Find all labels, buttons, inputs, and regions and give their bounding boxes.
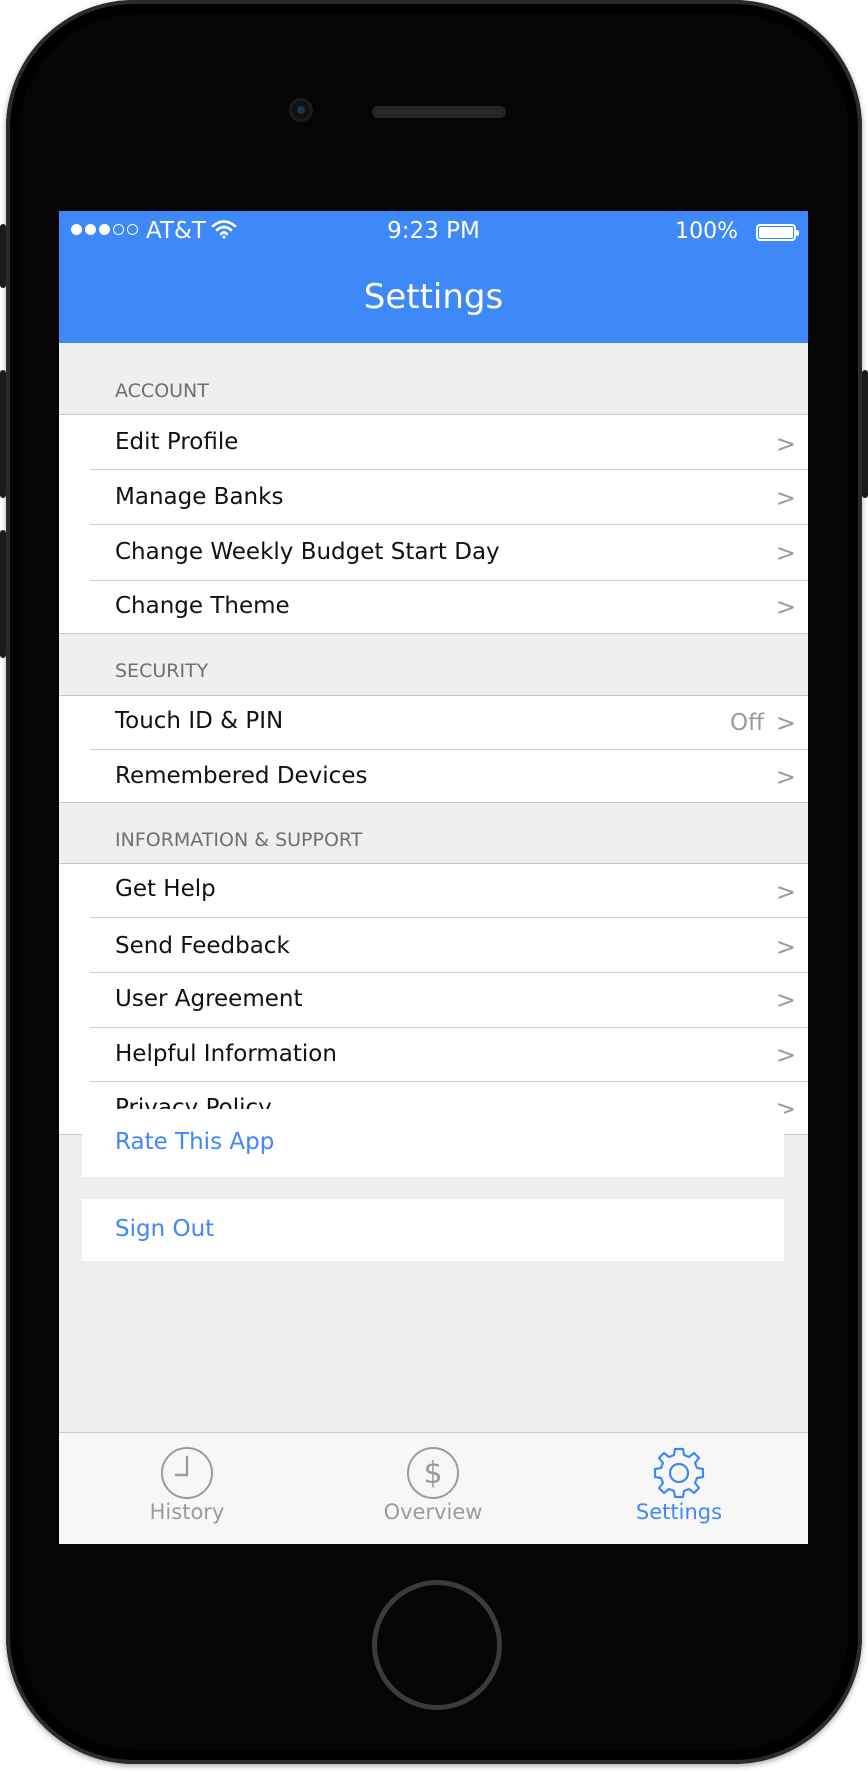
navigation-bar: AT&T 9:23 PM 100% Settings: [59, 211, 808, 343]
tab-label: Settings: [635, 1500, 723, 1524]
app-screen: AT&T 9:23 PM 100% Settings ACCOUNT Edit …: [59, 211, 808, 1544]
row-label: Manage Banks: [115, 484, 284, 510]
svg-text:$: $: [423, 1456, 442, 1491]
settings-row-user-agreement[interactable]: User Agreement >: [59, 972, 808, 1027]
page-title: Settings: [363, 277, 504, 317]
row-label: Send Feedback: [115, 933, 290, 959]
tab-label: Overview: [383, 1500, 483, 1524]
earpiece-speaker: [372, 106, 506, 118]
volume-down-button: [0, 530, 6, 658]
chevron-right-icon: >: [775, 430, 796, 458]
chevron-right-icon: >: [775, 593, 796, 621]
home-button[interactable]: [372, 1580, 502, 1710]
status-bar: AT&T 9:23 PM 100%: [59, 211, 808, 251]
dollar-icon: $: [407, 1447, 459, 1499]
chevron-right-icon: >: [775, 539, 796, 567]
row-label: Change Theme: [115, 593, 290, 619]
tab-overview[interactable]: $ Overview: [333, 1433, 533, 1544]
row-label: Remembered Devices: [115, 763, 368, 789]
row-label: User Agreement: [115, 986, 303, 1012]
security-group: Touch ID & PIN Off > Remembered Devices …: [59, 695, 808, 803]
chevron-right-icon: >: [775, 986, 796, 1014]
settings-row-manage-banks[interactable]: Manage Banks >: [59, 469, 808, 524]
tab-settings[interactable]: Settings: [579, 1433, 779, 1544]
row-label: Change Weekly Budget Start Day: [115, 539, 500, 565]
section-header-account: ACCOUNT: [115, 380, 209, 402]
rate-app-label: Rate This App: [115, 1129, 275, 1155]
power-button: [862, 370, 868, 498]
front-camera: [289, 98, 313, 122]
touch-id-status-value: Off: [730, 710, 764, 736]
settings-row-weekly-budget-start-day[interactable]: Change Weekly Budget Start Day >: [59, 524, 808, 580]
row-label: Helpful Information: [115, 1041, 337, 1067]
chevron-right-icon: >: [775, 878, 796, 906]
settings-row-edit-profile[interactable]: Edit Profile >: [59, 415, 808, 469]
chevron-right-icon: >: [775, 763, 796, 791]
information-support-group: Get Help > Send Feedback > User Agreemen…: [59, 863, 808, 1135]
account-group: Edit Profile > Manage Banks > Change Wee…: [59, 414, 808, 634]
settings-row-get-help[interactable]: Get Help >: [59, 864, 808, 917]
battery-icon: [756, 224, 799, 241]
settings-row-remembered-devices[interactable]: Remembered Devices >: [59, 749, 808, 802]
settings-row-send-feedback[interactable]: Send Feedback >: [59, 917, 808, 972]
row-label: Touch ID & PIN: [115, 708, 284, 734]
settings-row-change-theme[interactable]: Change Theme >: [59, 580, 808, 633]
chevron-right-icon: >: [775, 484, 796, 512]
mute-switch: [0, 224, 6, 288]
gear-icon: [653, 1447, 705, 1499]
settings-row-touch-id-pin[interactable]: Touch ID & PIN Off >: [59, 696, 808, 749]
section-header-security: SECURITY: [115, 660, 209, 682]
settings-row-helpful-information[interactable]: Helpful Information >: [59, 1027, 808, 1081]
chevron-right-icon: >: [775, 1041, 796, 1069]
tab-label: History: [149, 1500, 225, 1524]
sign-out-button[interactable]: Sign Out: [82, 1199, 784, 1261]
chevron-right-icon: >: [775, 709, 796, 737]
chevron-right-icon: >: [775, 933, 796, 961]
row-label: Get Help: [115, 876, 216, 902]
tab-history[interactable]: History: [87, 1433, 287, 1544]
sign-out-label: Sign Out: [115, 1216, 215, 1242]
rate-app-button[interactable]: Rate This App: [82, 1109, 784, 1177]
volume-up-button: [0, 370, 6, 498]
section-header-information-support: INFORMATION & SUPPORT: [115, 829, 363, 851]
clock-icon: [161, 1447, 213, 1499]
battery-percentage: 100%: [675, 219, 738, 244]
tab-bar: History $ Overview Settings: [59, 1432, 808, 1544]
row-label: Edit Profile: [115, 429, 239, 455]
